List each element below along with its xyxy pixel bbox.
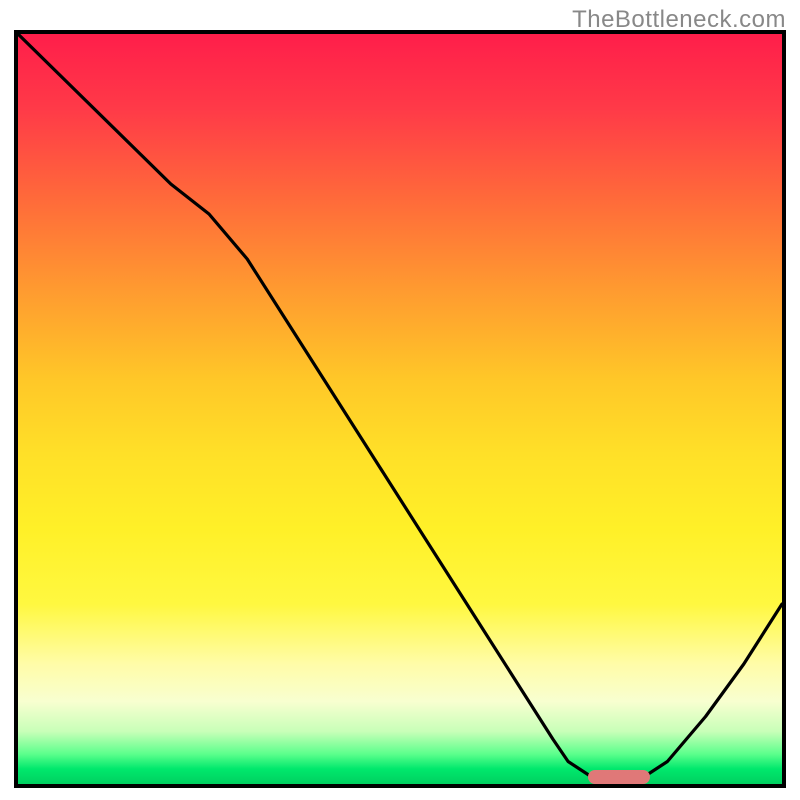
optimal-range-marker xyxy=(588,770,650,784)
chart-area xyxy=(14,30,786,788)
bottleneck-curve xyxy=(18,34,782,784)
